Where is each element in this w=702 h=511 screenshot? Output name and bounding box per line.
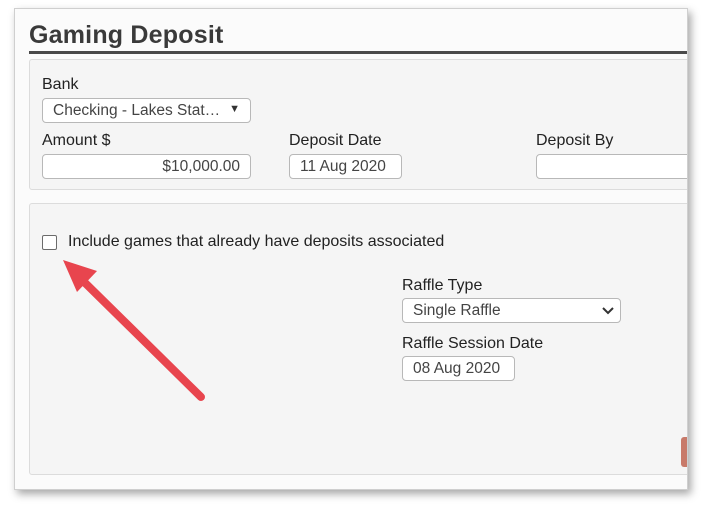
game-filter-panel: Include games that already have deposits… (29, 203, 687, 475)
raffle-type-select[interactable]: Single Raffle (402, 298, 621, 323)
raffle-session-date-value: 08 Aug 2020 (413, 359, 501, 377)
gaming-deposit-window: Gaming Deposit Bank Checking - Lakes Sta… (14, 8, 688, 490)
deposit-date-label: Deposit Date (289, 132, 382, 149)
raffle-type-value: Single Raffle (413, 301, 501, 319)
deposit-by-input[interactable] (536, 154, 687, 179)
deposit-by-label: Deposit By (536, 132, 614, 149)
amount-value: $10,000.00 (162, 157, 240, 175)
caret-down-icon: ▼ (229, 103, 240, 115)
bank-select-value: Checking - Lakes Stat… (53, 101, 221, 119)
raffle-session-date-label: Raffle Session Date (402, 335, 544, 352)
scrollbar-thumb[interactable] (681, 437, 687, 467)
raffle-type-label: Raffle Type (402, 277, 483, 294)
bank-label: Bank (42, 76, 79, 93)
page-title: Gaming Deposit (29, 21, 224, 49)
deposit-details-panel: Bank Checking - Lakes Stat… ▼ Amount $ $… (29, 59, 687, 190)
amount-label: Amount $ (42, 132, 111, 149)
include-games-label: Include games that already have deposits… (68, 233, 445, 250)
deposit-date-value: 11 Aug 2020 (300, 157, 386, 175)
chevron-down-icon (602, 307, 614, 315)
include-games-checkbox[interactable] (42, 235, 57, 250)
amount-input[interactable]: $10,000.00 (42, 154, 251, 179)
title-divider (29, 51, 687, 54)
deposit-date-input[interactable]: 11 Aug 2020 (289, 154, 402, 179)
raffle-session-date-input[interactable]: 08 Aug 2020 (402, 356, 515, 381)
bank-select[interactable]: Checking - Lakes Stat… ▼ (42, 98, 251, 123)
